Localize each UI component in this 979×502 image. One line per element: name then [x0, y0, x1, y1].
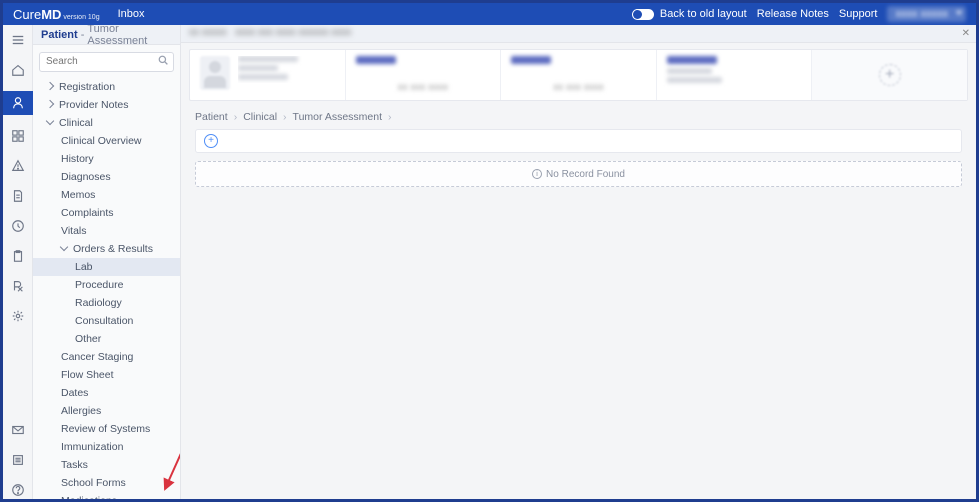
brand-cure: Cure — [13, 7, 41, 22]
warning-icon[interactable] — [9, 157, 27, 175]
avatar-icon — [200, 56, 230, 90]
search-input[interactable] — [39, 52, 174, 72]
clipboard-icon[interactable] — [9, 247, 27, 265]
nav-school-forms[interactable]: School Forms — [33, 474, 180, 492]
mail-icon[interactable] — [9, 421, 27, 439]
patient-icon[interactable] — [3, 91, 33, 115]
list-icon[interactable] — [9, 451, 27, 469]
chevron-right-icon — [46, 82, 54, 90]
content-area: xx xxxxx xxxx xxx xxxx xxxxxx xxxx ✕ xx … — [181, 25, 976, 499]
back-layout-label: Back to old layout — [660, 8, 747, 20]
crumb-patient[interactable]: Patient — [195, 111, 228, 123]
nav-tree: Registration Provider Notes Clinical Cli… — [33, 78, 180, 500]
release-notes-link[interactable]: Release Notes — [757, 8, 829, 20]
crumb-tumor-assessment: Tumor Assessment — [293, 111, 382, 123]
page-subtitle: Tumor Assessment — [87, 25, 172, 47]
close-icon[interactable]: ✕ — [962, 28, 970, 39]
home-icon[interactable] — [9, 61, 27, 79]
patient-banner: xx xxxxx xxxx xxx xxxx xxxxxx xxxx ✕ — [181, 25, 976, 43]
nav-immunization[interactable]: Immunization — [33, 438, 180, 456]
page-title: Patient — [41, 29, 78, 41]
brand-logo: CureMDversion 10g — [13, 7, 100, 22]
nav-other[interactable]: Other — [33, 330, 180, 348]
icon-rail — [3, 25, 33, 499]
nav-tasks[interactable]: Tasks — [33, 456, 180, 474]
back-layout-toggle[interactable]: Back to old layout — [632, 8, 747, 20]
help-icon[interactable] — [9, 481, 27, 499]
no-record-label: No Record Found — [546, 169, 625, 180]
nav-cancer-staging[interactable]: Cancer Staging — [33, 348, 180, 366]
summary-card-2[interactable]: xx xxx xxxx — [346, 50, 502, 100]
grid-icon[interactable] — [9, 127, 27, 145]
top-bar: CureMDversion 10g Inbox Back to old layo… — [3, 3, 976, 25]
patient-summary-cards: xx xxx xxxx xx xxx xxxx + — [189, 49, 968, 101]
chevron-down-icon — [60, 243, 68, 251]
topbar-right: Back to old layout Release Notes Support… — [632, 6, 966, 22]
document-icon[interactable] — [9, 187, 27, 205]
chevron-right-icon: › — [234, 111, 238, 123]
search-wrap — [33, 45, 180, 78]
nav-allergies[interactable]: Allergies — [33, 402, 180, 420]
toggle-switch-icon — [632, 9, 654, 20]
gear-icon[interactable] — [9, 307, 27, 325]
action-bar: + — [195, 129, 962, 153]
nav-orders-results[interactable]: Orders & Results — [33, 240, 180, 258]
nav-memos[interactable]: Memos — [33, 186, 180, 204]
nav-clinical-overview[interactable]: Clinical Overview — [33, 132, 180, 150]
nav-lab[interactable]: Lab — [33, 258, 180, 276]
nav-procedure[interactable]: Procedure — [33, 276, 180, 294]
inbox-link[interactable]: Inbox — [118, 8, 145, 20]
info-icon: i — [532, 169, 542, 179]
summary-card-3[interactable]: xx xxx xxxx — [501, 50, 657, 100]
breadcrumb: Patient › Clinical › Tumor Assessment › — [181, 101, 976, 129]
nav-complaints[interactable]: Complaints — [33, 204, 180, 222]
nav-dates[interactable]: Dates — [33, 384, 180, 402]
chevron-right-icon: › — [283, 111, 287, 123]
nav-history[interactable]: History — [33, 150, 180, 168]
nav-medications[interactable]: Medications — [33, 492, 180, 500]
nav-diagnoses[interactable]: Diagnoses — [33, 168, 180, 186]
nav-vitals[interactable]: Vitals — [33, 222, 180, 240]
plus-circle-icon: + — [879, 64, 901, 86]
search-icon — [158, 55, 168, 68]
user-menu[interactable]: xxxx xxxxx — [887, 6, 966, 22]
crumb-clinical[interactable]: Clinical — [243, 111, 277, 123]
nav-clinical[interactable]: Clinical — [33, 114, 180, 132]
nav-provider-notes[interactable]: Provider Notes — [33, 96, 180, 114]
add-button[interactable]: + — [204, 134, 218, 148]
summary-card-4[interactable] — [657, 50, 813, 100]
summary-card-add[interactable]: + — [812, 50, 967, 100]
brand-md: MD — [41, 7, 61, 22]
nav-consultation[interactable]: Consultation — [33, 312, 180, 330]
left-panel: Patient - Tumor Assessment Registration … — [33, 25, 181, 499]
chevron-down-icon — [46, 117, 54, 125]
chevron-right-icon — [46, 100, 54, 108]
chevron-down-icon — [956, 11, 962, 15]
nav-radiology[interactable]: Radiology — [33, 294, 180, 312]
nav-registration[interactable]: Registration — [33, 78, 180, 96]
panel-header: Patient - Tumor Assessment — [33, 25, 180, 45]
menu-icon[interactable] — [9, 31, 27, 49]
nav-flow-sheet[interactable]: Flow Sheet — [33, 366, 180, 384]
clock-icon[interactable] — [9, 217, 27, 235]
summary-card-demographics[interactable] — [190, 50, 346, 100]
chevron-right-icon: › — [388, 111, 392, 123]
support-link[interactable]: Support — [839, 8, 878, 20]
nav-review-systems[interactable]: Review of Systems — [33, 420, 180, 438]
no-record-box: i No Record Found — [195, 161, 962, 187]
brand-version: version 10g — [63, 14, 99, 21]
rx-icon[interactable] — [9, 277, 27, 295]
